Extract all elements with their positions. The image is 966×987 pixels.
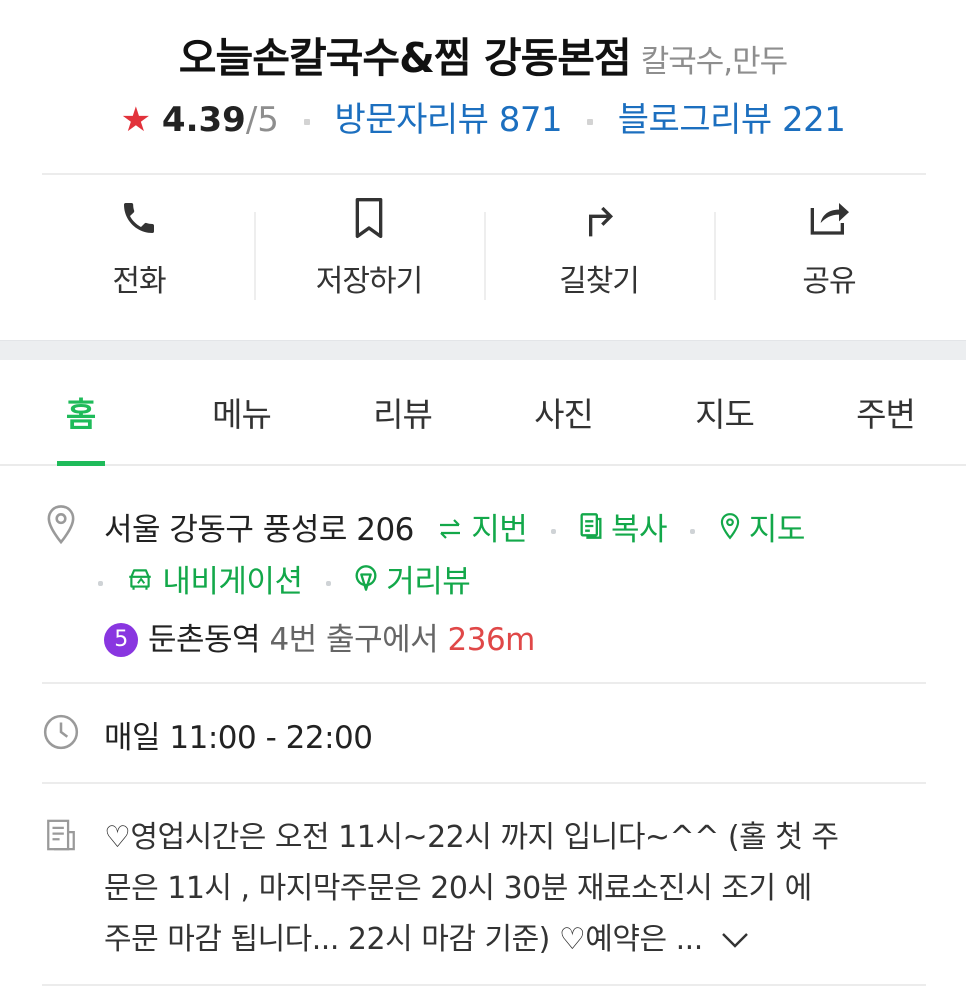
action-bar: 전화 저장하기 길찾기 공유 — [24, 176, 944, 326]
jibeon-label: 지번 — [471, 512, 528, 548]
description-line-3: 주문 마감 됩니다... 22시 마감 기준) ♡예약은 ... — [104, 914, 924, 966]
save-label: 저장하기 — [315, 264, 423, 299]
document-icon — [42, 816, 80, 854]
business-hours[interactable]: 매일 11:00 - 22:00 — [104, 712, 373, 757]
visitor-reviews-link[interactable]: 방문자리뷰 871 — [335, 100, 563, 140]
tab-map[interactable]: 지도 — [644, 360, 805, 464]
map-label: 지도 — [748, 512, 806, 548]
divider — [42, 173, 926, 175]
address-line: 서울 강동구 풍성로 206 지번 복사 지도 — [104, 504, 805, 549]
place-name: 오늘손칼국수&찜 강동본점 — [178, 34, 632, 82]
call-label: 전화 — [112, 264, 166, 299]
car-icon — [126, 564, 154, 600]
divider — [42, 984, 926, 986]
copy-button[interactable]: 복사 — [579, 512, 668, 548]
tab-nearby[interactable]: 주변 — [805, 360, 966, 464]
description-line-2: 문은 11시 , 마지막주문은 20시 30분 재료소진시 조기 에 — [104, 871, 812, 906]
navigation-label: 내비게이션 — [162, 564, 303, 600]
directions-icon — [575, 194, 623, 242]
address-text: 서울 강동구 풍성로 206 — [104, 512, 414, 548]
description-line-3-text: 주문 마감 됩니다... 22시 마감 기준) ♡예약은 ... — [104, 922, 712, 957]
separator-dot — [586, 118, 593, 125]
separator-dot — [98, 581, 103, 586]
subway-line-badge: 5 — [104, 622, 138, 657]
tab-bar: 홈 메뉴 리뷰 사진 지도 주변 — [0, 360, 966, 466]
share-icon — [805, 194, 853, 242]
rating-row: ★ 4.39/5 방문자리뷰 871 블로그리뷰 221 — [0, 92, 966, 141]
location-pin-icon — [42, 505, 80, 545]
description-line-1: ♡영업시간은 오전 11시~22시 까지 입니다~^^ (홀 첫 주 — [104, 820, 839, 855]
tab-reviews[interactable]: 리뷰 — [322, 360, 483, 464]
chevron-down-icon[interactable] — [720, 915, 750, 966]
subway-exit: 4번 출구에서 — [269, 622, 439, 658]
divider — [42, 682, 926, 684]
section-gap — [0, 340, 966, 360]
tab-photos[interactable]: 사진 — [483, 360, 644, 464]
bookmark-icon — [345, 194, 393, 242]
rating-max: /5 — [245, 100, 279, 140]
description[interactable]: ♡영업시간은 오전 11시~22시 까지 입니다~^^ (홀 첫 주 문은 11… — [104, 812, 924, 966]
divider — [42, 782, 926, 784]
phone-icon — [115, 194, 163, 242]
subway-distance: 236m — [447, 622, 536, 658]
share-label: 공유 — [802, 264, 856, 299]
share-button[interactable]: 공유 — [714, 176, 944, 326]
street-view-label: 거리뷰 — [386, 564, 471, 600]
place-header: 오늘손칼국수&찜 강동본점 칼국수,만두 ★ 4.39/5 방문자리뷰 871 블… — [0, 0, 966, 340]
title-row: 오늘손칼국수&찜 강동본점 칼국수,만두 — [0, 24, 966, 84]
tab-menu[interactable]: 메뉴 — [161, 360, 322, 464]
swap-icon — [437, 512, 463, 548]
copy-label: 복사 — [611, 512, 668, 548]
clock-icon — [42, 713, 80, 751]
address-actions-line: 내비게이션 거리뷰 — [98, 556, 471, 601]
subway-info: 5 둔촌동역 4번 출구에서 236m — [104, 614, 535, 659]
copy-icon — [579, 512, 603, 548]
separator-dot — [550, 529, 556, 534]
map-button[interactable]: 지도 — [719, 512, 805, 548]
separator-dot — [690, 529, 696, 534]
map-pin-icon — [719, 512, 741, 548]
directions-label: 길찾기 — [559, 264, 640, 299]
street-view-icon — [354, 564, 378, 600]
subway-station: 둔촌동역 — [148, 622, 261, 658]
separator-dot — [325, 581, 331, 586]
call-button[interactable]: 전화 — [24, 176, 254, 326]
save-button[interactable]: 저장하기 — [254, 176, 484, 326]
blog-reviews-link[interactable]: 블로그리뷰 221 — [618, 100, 846, 140]
star-icon: ★ — [120, 100, 152, 140]
place-category: 칼국수,만두 — [640, 44, 788, 80]
street-view-button[interactable]: 거리뷰 — [354, 564, 471, 600]
rating-value: 4.39 — [161, 100, 246, 140]
navigation-button[interactable]: 내비게이션 — [126, 564, 303, 600]
jibeon-button[interactable]: 지번 — [437, 512, 528, 548]
directions-button[interactable]: 길찾기 — [484, 176, 714, 326]
separator-dot — [303, 118, 310, 125]
tab-home[interactable]: 홈 — [0, 360, 161, 466]
